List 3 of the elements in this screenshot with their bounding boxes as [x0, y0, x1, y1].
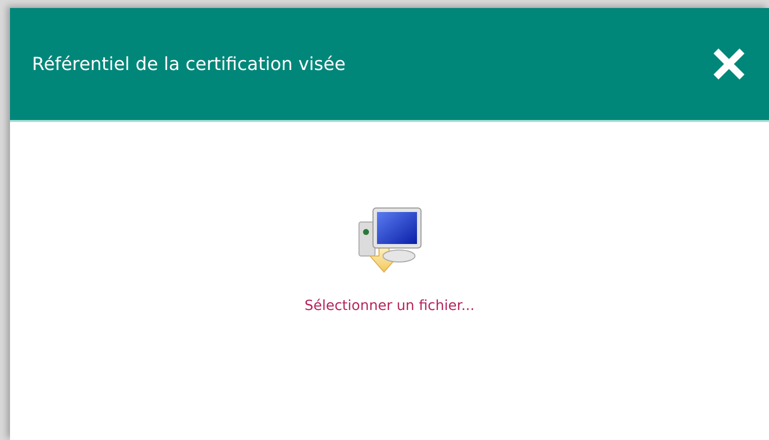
close-button[interactable] — [711, 46, 747, 82]
select-file-link[interactable]: Sélectionner un fichier... — [304, 298, 475, 314]
dialog-title: Référentiel de la certification visée — [32, 54, 346, 74]
